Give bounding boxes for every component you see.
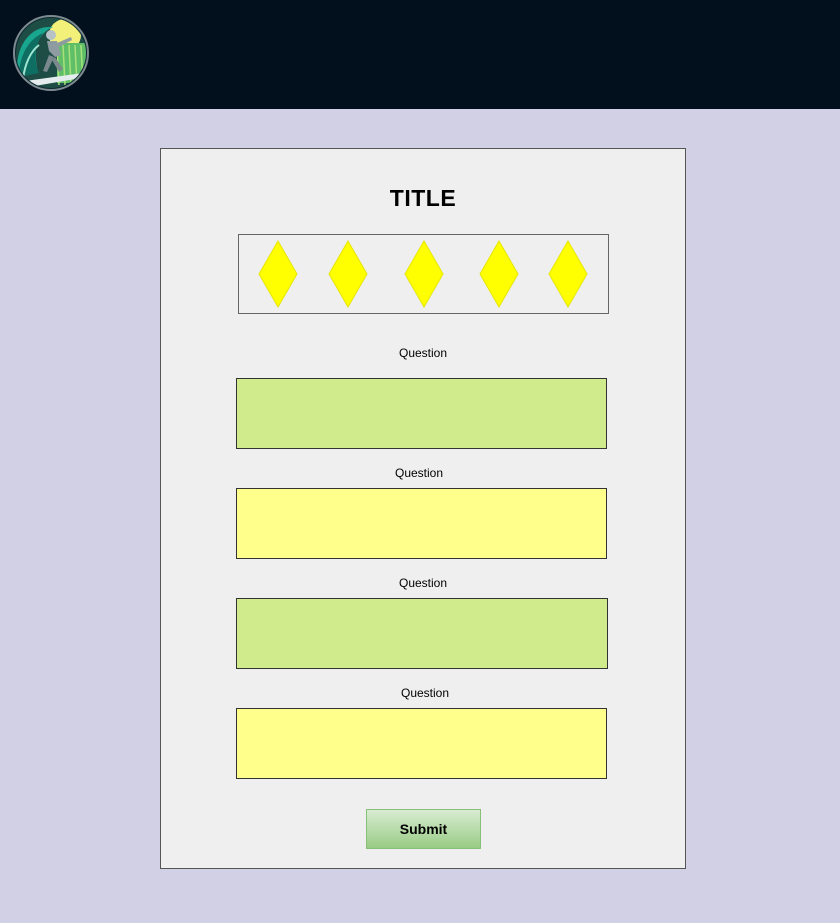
answer-box-2[interactable]	[236, 488, 607, 559]
question-label-4: Question	[400, 686, 450, 700]
diamond-icon[interactable]	[404, 240, 444, 308]
header-bar	[0, 0, 840, 109]
diamond-icon[interactable]	[258, 240, 298, 308]
surfer-logo-icon	[13, 15, 89, 91]
question-label-3: Question	[398, 576, 448, 590]
feedback-form: TITLE Question Question Question Questio…	[160, 148, 686, 869]
question-label-1: Question	[398, 346, 448, 360]
submit-button[interactable]: Submit	[366, 809, 481, 849]
answer-box-1[interactable]	[236, 378, 607, 449]
diamond-icon[interactable]	[479, 240, 519, 308]
form-title: TITLE	[389, 185, 457, 211]
diamond-icon[interactable]	[548, 240, 588, 308]
answer-box-4[interactable]	[236, 708, 607, 779]
diamond-rating	[238, 234, 609, 314]
question-label-2: Question	[394, 466, 444, 480]
answer-box-3[interactable]	[236, 598, 608, 669]
diamond-icon[interactable]	[328, 240, 368, 308]
